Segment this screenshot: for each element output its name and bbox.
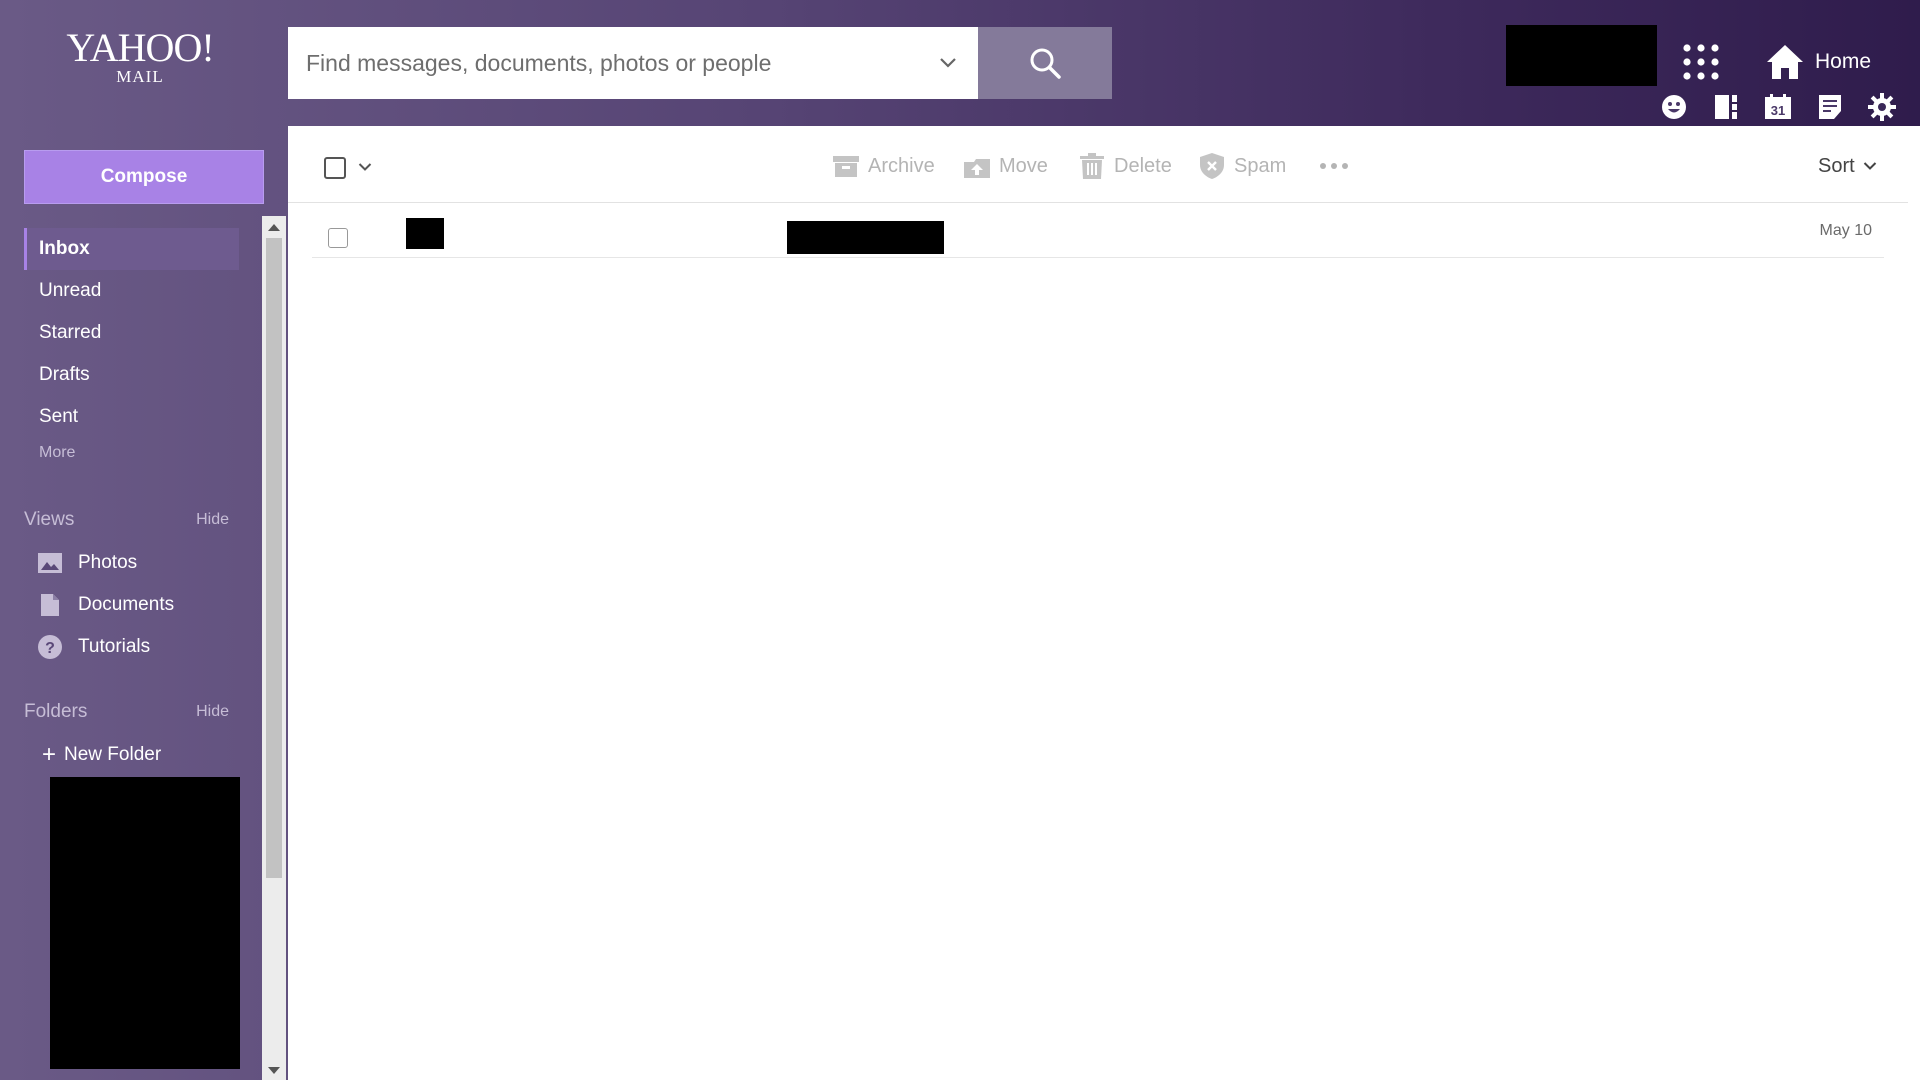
home-label: Home: [1815, 50, 1872, 73]
nav-item-unread[interactable]: Unread: [24, 270, 239, 312]
scrollbar-thumb[interactable]: [266, 238, 282, 878]
sort-chevron-icon: [1863, 162, 1876, 170]
layout-pane-icon[interactable]: [1712, 93, 1740, 121]
views-section-header: Views Hide: [24, 509, 229, 531]
view-item-label: Documents: [78, 594, 175, 615]
message-checkbox[interactable]: [328, 228, 348, 248]
home-link[interactable]: Home: [1765, 40, 1871, 84]
subject-redacted: [787, 221, 944, 254]
view-item-label: Photos: [78, 552, 138, 573]
view-item-tutorials[interactable]: ? Tutorials: [38, 627, 150, 667]
message-row[interactable]: May 10: [312, 206, 1884, 258]
move-icon: [963, 152, 991, 180]
svg-text:31: 31: [1771, 103, 1785, 118]
more-actions-icon[interactable]: [1316, 146, 1352, 186]
folder-nav: Inbox Unread Starred Drafts Sent More: [24, 228, 239, 468]
archive-icon: [832, 152, 860, 180]
main-scroll-gutter: [1908, 126, 1920, 1080]
new-folder-button[interactable]: + New Folder: [42, 738, 161, 772]
nav-more-link[interactable]: More: [24, 438, 239, 468]
select-options-chevron-icon[interactable]: [354, 156, 376, 178]
spam-shield-icon: [1198, 152, 1226, 180]
folders-section-header: Folders Hide: [24, 701, 229, 723]
folders-hide-link[interactable]: Hide: [196, 703, 229, 721]
folders-title: Folders: [24, 701, 88, 722]
search-icon: [1030, 48, 1061, 79]
views-hide-link[interactable]: Hide: [196, 511, 229, 529]
account-name-redacted[interactable]: [1506, 25, 1657, 86]
scroll-up-arrow-icon[interactable]: [268, 224, 280, 231]
header-icon-bar: 31: [1660, 93, 1896, 121]
message-list-panel: Archive Move Delete Spam Sort May 10: [288, 126, 1908, 1080]
move-label: Move: [999, 154, 1048, 177]
help-icon: ?: [38, 635, 62, 659]
logo-wordmark: YAHOO!: [66, 25, 214, 70]
mail-app: YAHOO! MAIL Home: [0, 0, 1920, 1080]
plus-icon: +: [42, 741, 57, 768]
delete-label: Delete: [1114, 154, 1172, 177]
document-icon: [38, 593, 62, 617]
sender-redacted: [406, 218, 444, 249]
search-options-chevron-icon[interactable]: [918, 27, 978, 99]
home-icon: [1767, 45, 1803, 79]
calendar-icon[interactable]: 31: [1764, 93, 1792, 121]
view-item-documents[interactable]: Documents: [38, 585, 174, 625]
compose-button[interactable]: Compose: [24, 150, 264, 204]
sidebar-scrollbar[interactable]: [262, 216, 286, 1080]
select-all-checkbox[interactable]: [324, 157, 346, 179]
search-input[interactable]: [288, 27, 918, 99]
scroll-down-arrow-icon[interactable]: [268, 1067, 280, 1074]
notepad-icon[interactable]: [1816, 93, 1844, 121]
spam-label: Spam: [1234, 154, 1287, 177]
trash-icon: [1078, 152, 1106, 180]
settings-gear-icon[interactable]: [1868, 93, 1896, 121]
views-title: Views: [24, 509, 75, 530]
new-folder-label: New Folder: [64, 744, 162, 765]
sort-dropdown[interactable]: Sort: [1818, 146, 1877, 186]
delete-button[interactable]: Delete: [1078, 146, 1172, 186]
emoji-icon[interactable]: [1660, 93, 1688, 121]
nav-item-drafts[interactable]: Drafts: [24, 354, 239, 396]
view-item-label: Tutorials: [78, 636, 151, 657]
search-bar: [288, 27, 978, 99]
photo-icon: [38, 551, 62, 575]
svg-text:?: ?: [45, 640, 55, 657]
user-folders-redacted[interactable]: [50, 777, 240, 1069]
sort-label: Sort: [1818, 154, 1855, 177]
nav-item-sent[interactable]: Sent: [24, 396, 239, 438]
spam-button[interactable]: Spam: [1198, 146, 1286, 186]
nav-item-inbox[interactable]: Inbox: [24, 228, 239, 270]
move-button[interactable]: Move: [963, 146, 1048, 186]
search-button[interactable]: [978, 27, 1112, 99]
message-date: May 10: [1819, 222, 1872, 239]
nav-item-starred[interactable]: Starred: [24, 312, 239, 354]
archive-button[interactable]: Archive: [832, 146, 935, 186]
message-toolbar: Archive Move Delete Spam Sort: [288, 126, 1908, 203]
apps-grid-icon[interactable]: [1681, 42, 1721, 82]
view-item-photos[interactable]: Photos: [38, 543, 137, 583]
logo-subtitle: MAIL: [116, 67, 164, 86]
yahoo-mail-logo[interactable]: YAHOO! MAIL: [60, 28, 220, 88]
archive-label: Archive: [868, 154, 935, 177]
